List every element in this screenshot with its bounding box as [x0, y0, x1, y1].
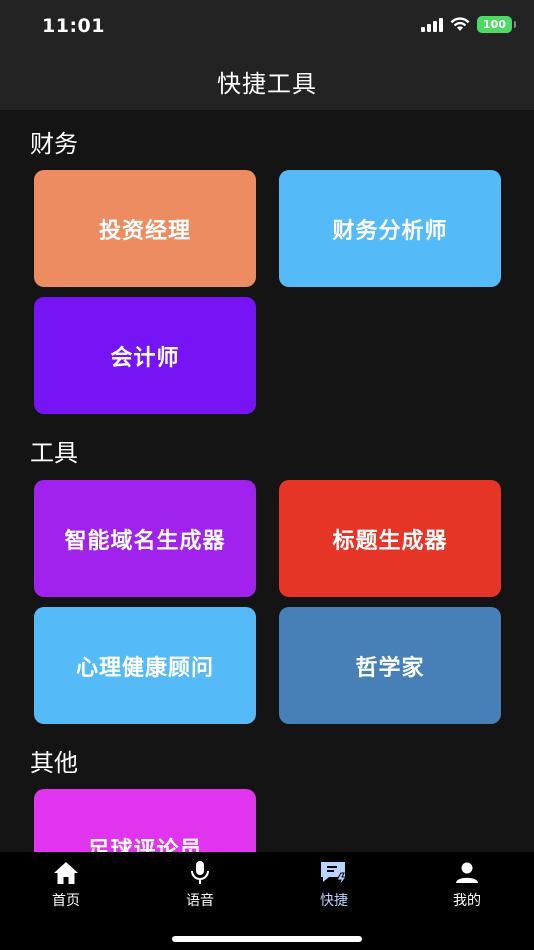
home-icon: [53, 860, 79, 886]
section-title-finance: 财务: [30, 130, 78, 158]
tab-home[interactable]: 首页: [21, 860, 111, 910]
battery-icon: 100: [477, 16, 516, 33]
status-time: 11:01: [42, 15, 105, 37]
tab-voice[interactable]: 语音: [155, 860, 245, 910]
cellular-signal-icon: [421, 17, 443, 32]
tab-profile[interactable]: 我的: [422, 860, 512, 910]
tab-voice-label: 语音: [186, 893, 214, 909]
app-screen: 11:01 100 快捷工具 财务 投资经理 财务分析师 会计师 工具 智能域名…: [0, 0, 534, 950]
section-title-other: 其他: [30, 749, 78, 777]
card-accountant[interactable]: 会计师: [34, 297, 256, 414]
top-bar: 11:01 100 快捷工具: [0, 0, 534, 110]
card-domain-name-generator[interactable]: 智能域名生成器: [34, 480, 256, 597]
card-philosopher[interactable]: 哲学家: [279, 607, 501, 724]
chat-bolt-icon: [319, 860, 349, 886]
wifi-icon: [450, 17, 470, 32]
tab-profile-label: 我的: [453, 893, 481, 909]
microphone-icon: [189, 860, 211, 886]
tab-home-label: 首页: [52, 893, 80, 909]
tab-shortcuts-label: 快捷: [320, 893, 348, 909]
home-indicator: [172, 936, 362, 942]
section-title-tools: 工具: [30, 439, 78, 467]
status-indicators: 100: [421, 16, 516, 33]
tab-shortcuts[interactable]: 快捷: [289, 860, 379, 910]
card-title-generator[interactable]: 标题生成器: [279, 480, 501, 597]
page-title: 快捷工具: [217, 70, 317, 98]
person-icon: [455, 860, 479, 886]
card-financial-analyst[interactable]: 财务分析师: [279, 170, 501, 287]
card-investment-manager[interactable]: 投资经理: [34, 170, 256, 287]
card-mental-health-advisor[interactable]: 心理健康顾问: [34, 607, 256, 724]
